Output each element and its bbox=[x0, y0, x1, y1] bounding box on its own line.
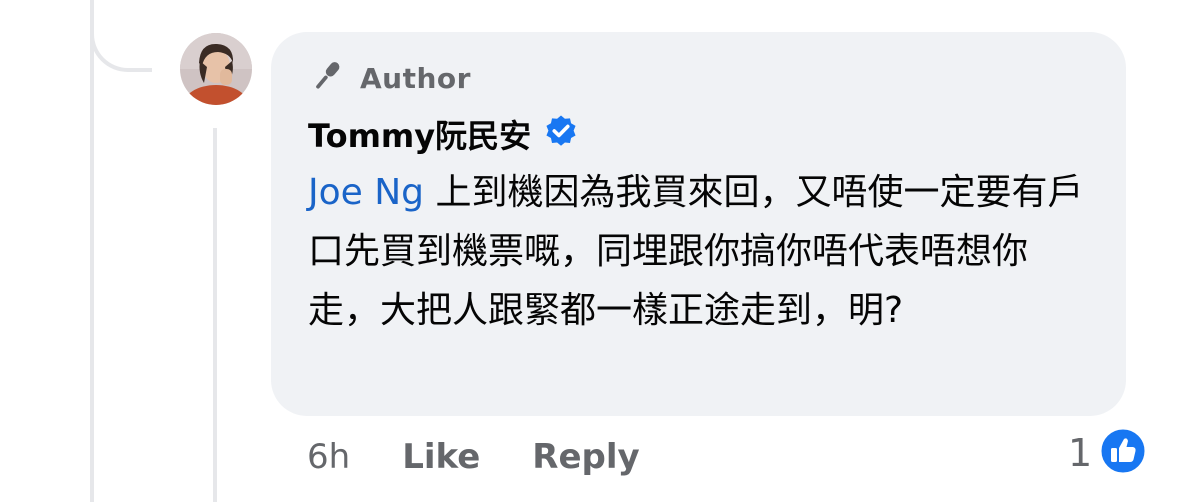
comment-text: Joe Ng 上到機因為我買來回，又唔使一定要有戶口先買到機票嘅，同埋跟你搞你唔… bbox=[308, 163, 1098, 340]
commenter-name-row: Tommy阮民安 bbox=[308, 112, 579, 156]
thread-line bbox=[90, 0, 94, 502]
comment-body: 上到機因為我買來回，又唔使一定要有戶口先買到機票嘅，同埋跟你搞你唔代表唔想你走，… bbox=[308, 172, 1084, 331]
reply-button[interactable]: Reply bbox=[532, 437, 639, 477]
avatar[interactable] bbox=[180, 33, 252, 105]
author-badge: Author bbox=[308, 58, 471, 98]
verified-badge-icon bbox=[543, 114, 579, 154]
avatar-image bbox=[180, 33, 252, 105]
microphone-icon bbox=[308, 57, 346, 99]
comment-actions: 6h Like Reply bbox=[307, 432, 640, 482]
author-badge-label: Author bbox=[360, 61, 471, 95]
like-button[interactable]: Like bbox=[402, 437, 480, 477]
reaction-count: 1 bbox=[1068, 431, 1093, 475]
timestamp[interactable]: 6h bbox=[307, 437, 350, 477]
thread-connector bbox=[90, 0, 152, 72]
commenter-name[interactable]: Tommy阮民安 bbox=[308, 111, 531, 157]
reply-thread-line bbox=[213, 128, 217, 502]
mention-link[interactable]: Joe Ng bbox=[308, 172, 424, 213]
comment-thread: Author Tommy阮民安 Joe Ng 上到機因為我買來回，又唔使一定要有… bbox=[0, 0, 1179, 502]
reaction-summary[interactable]: 1 bbox=[1068, 426, 1148, 480]
thumbs-up-icon bbox=[1098, 426, 1148, 480]
